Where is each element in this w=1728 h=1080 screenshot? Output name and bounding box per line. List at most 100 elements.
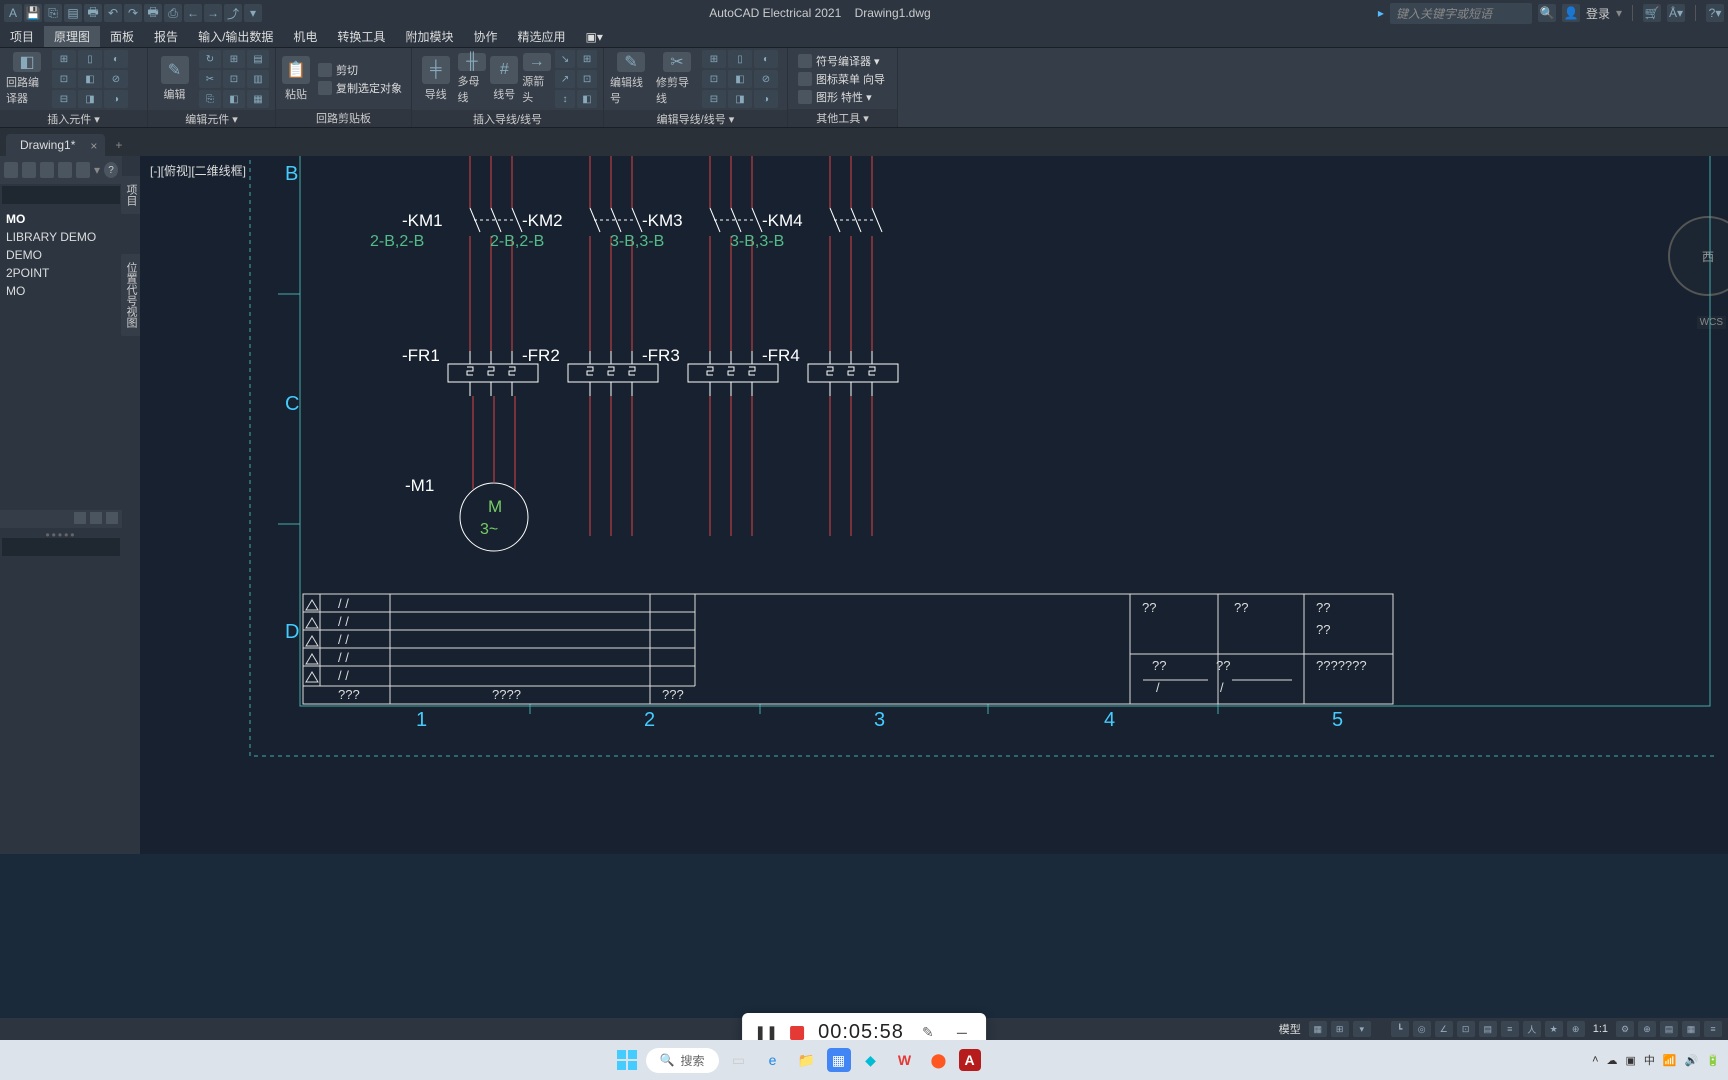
battery-icon[interactable]: 🔋	[1706, 1054, 1720, 1067]
grid-btn[interactable]: ⊘	[104, 70, 128, 88]
status-icon[interactable]: ≡	[1501, 1021, 1519, 1037]
project-dropdown[interactable]	[2, 186, 120, 204]
vtab-location[interactable]: 位置代号视图	[121, 254, 141, 336]
vtab-project[interactable]: 项目	[121, 176, 141, 214]
grid-btn[interactable]: ◐	[754, 50, 778, 68]
menu-convert[interactable]: 转换工具	[327, 26, 395, 47]
grid-btn[interactable]: ↕	[555, 90, 575, 108]
taskbar-search[interactable]: 🔍 搜索	[646, 1048, 719, 1073]
ime-icon[interactable]: 中	[1644, 1052, 1655, 1068]
recorder-icon[interactable]: ⬤	[925, 1046, 953, 1074]
grid-icon[interactable]: ▦	[1309, 1021, 1327, 1037]
refresh-icon[interactable]	[4, 162, 18, 178]
edge-icon[interactable]: e	[759, 1046, 787, 1074]
undo-icon[interactable]: ↶	[104, 4, 122, 22]
grid-btn[interactable]: ◑	[104, 90, 128, 108]
list-item[interactable]: MO	[0, 210, 122, 228]
app-icon[interactable]: ◆	[857, 1046, 885, 1074]
edit-button[interactable]: ✎编辑	[154, 53, 195, 105]
snap-icon[interactable]: ⊞	[1331, 1021, 1349, 1037]
add-tab-button[interactable]: +	[105, 134, 132, 156]
grid-btn[interactable]: ▯	[728, 50, 752, 68]
status-icon[interactable]: ⊡	[1457, 1021, 1475, 1037]
drawing-props-button[interactable]: 图形 特性 ▾	[794, 89, 889, 105]
open-icon[interactable]: ▤	[64, 4, 82, 22]
status-icon[interactable]: ▤	[1660, 1021, 1678, 1037]
wifi-icon[interactable]: 📶	[1663, 1054, 1677, 1067]
volume-icon[interactable]: 🔊	[1685, 1054, 1699, 1067]
grid-btn[interactable]: ◧	[223, 90, 245, 108]
fwd-icon[interactable]: →	[204, 4, 222, 22]
menu-schematic[interactable]: 原理图	[44, 26, 100, 47]
grid-btn[interactable]: ↻	[199, 50, 221, 68]
circuit-compiler-button[interactable]: ◧回路编译器	[6, 53, 48, 105]
login-label[interactable]: 登录	[1586, 5, 1610, 22]
splitter[interactable]: •••••	[0, 528, 122, 536]
status-icon[interactable]: ⊕	[1638, 1021, 1656, 1037]
copy-button[interactable]: 复制选定对象	[314, 80, 406, 96]
print-icon[interactable]	[76, 162, 90, 178]
status-icon[interactable]: ⊕	[1567, 1021, 1585, 1037]
grid-btn[interactable]: ↘	[555, 50, 575, 68]
grid-btn[interactable]: ↗	[555, 70, 575, 88]
grid-btn[interactable]: ⊡	[577, 70, 597, 88]
menu-featured[interactable]: 精选应用	[507, 26, 575, 47]
grid-btn[interactable]: ⊘	[754, 70, 778, 88]
menu-mech[interactable]: 机电	[283, 26, 327, 47]
grid-btn[interactable]: ⊡	[702, 70, 726, 88]
help-icon[interactable]: ?	[104, 162, 118, 178]
onedrive-icon[interactable]: ☁	[1607, 1054, 1618, 1067]
grid-btn[interactable]: ▦	[247, 90, 269, 108]
model-button[interactable]: 模型	[1275, 1021, 1305, 1037]
grid-btn[interactable]: ✂	[199, 70, 221, 88]
status-icon[interactable]: ⚙	[1616, 1021, 1634, 1037]
app-icon[interactable]: A	[4, 4, 22, 22]
status-icon[interactable]: 人	[1523, 1021, 1541, 1037]
share-icon[interactable]: ⤴	[224, 4, 242, 22]
status-icon[interactable]: ▾	[1353, 1021, 1371, 1037]
menu-expand-icon[interactable]: ▣▾	[575, 26, 612, 47]
menu-io[interactable]: 输入/输出数据	[188, 26, 283, 47]
grid-btn[interactable]: ⊞	[702, 50, 726, 68]
panel-label[interactable]: 编辑元件 ▾	[148, 110, 275, 127]
f-icon[interactable]	[74, 512, 86, 524]
grid-btn[interactable]: ⊟	[702, 90, 726, 108]
save-icon[interactable]: 💾	[24, 4, 42, 22]
status-icon[interactable]: ▦	[1682, 1021, 1700, 1037]
grid-btn[interactable]: ▥	[247, 70, 269, 88]
panel-label[interactable]: 插入元件 ▾	[0, 110, 147, 127]
multibus-button[interactable]: ╫多母线	[458, 53, 487, 105]
grid-btn[interactable]: ⊞	[223, 50, 245, 68]
trim-wire-button[interactable]: ✂修剪导线	[656, 53, 698, 105]
print-icon[interactable]: 🖶	[84, 4, 102, 22]
help-icon[interactable]: ?▾	[1706, 4, 1724, 22]
grid-btn[interactable]: ▤	[247, 50, 269, 68]
menu-addon[interactable]: 附加模块	[395, 26, 463, 47]
redo-icon[interactable]: ↷	[124, 4, 142, 22]
icon-menu-button[interactable]: 图标菜单 向导	[794, 71, 889, 87]
f-icon[interactable]	[90, 512, 102, 524]
tray-chevron-icon[interactable]: ˄	[1592, 1054, 1598, 1066]
folder-icon[interactable]	[40, 162, 54, 178]
drawing-canvas[interactable]: [-][俯视][二维线框] 西 WCS B C D 1 2 3 4 5 -KM1…	[140, 156, 1728, 854]
ratio-label[interactable]: 1:1	[1589, 1023, 1612, 1035]
start-button[interactable]	[614, 1047, 640, 1073]
close-tab-icon[interactable]: ×	[90, 139, 97, 153]
menu-project[interactable]: 项目	[0, 26, 44, 47]
grid-btn[interactable]: ⊡	[223, 70, 245, 88]
menu-collab[interactable]: 协作	[463, 26, 507, 47]
more-icon[interactable]: ▾	[244, 4, 262, 22]
nav-icon[interactable]: ⎙	[164, 4, 182, 22]
edit-wirenum-button[interactable]: ✎编辑线号	[610, 53, 652, 105]
explorer-icon[interactable]: 📁	[793, 1046, 821, 1074]
grid-btn[interactable]: ⊞	[52, 50, 76, 68]
tray-icon[interactable]: ▣	[1626, 1054, 1636, 1067]
paste-button[interactable]: 📋粘贴	[282, 53, 310, 105]
help-search[interactable]: 键入关键字或短语	[1390, 3, 1532, 24]
grid-btn[interactable]: ◧	[728, 70, 752, 88]
status-icon[interactable]: ◎	[1413, 1021, 1431, 1037]
status-icon[interactable]: ┗	[1391, 1021, 1409, 1037]
saveall-icon[interactable]: ⎘	[44, 4, 62, 22]
status-icon[interactable]: ∠	[1435, 1021, 1453, 1037]
cart-icon[interactable]: 🛒	[1643, 4, 1661, 22]
